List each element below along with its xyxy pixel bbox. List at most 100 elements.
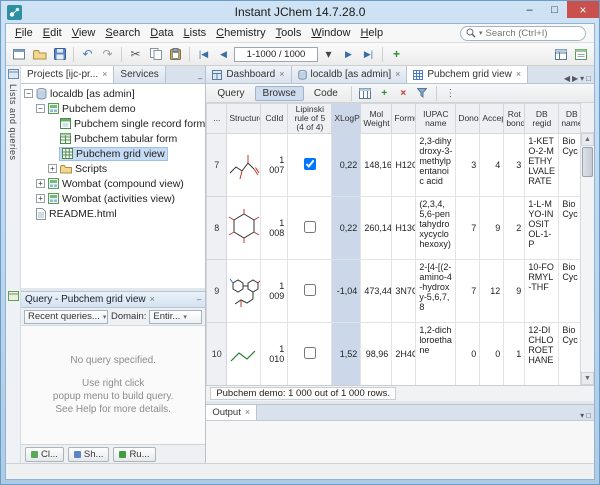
- lipinski-checkbox[interactable]: [304, 158, 316, 170]
- save-all-icon[interactable]: [50, 45, 69, 64]
- cdid-cell[interactable]: 1 009: [261, 260, 288, 323]
- add-record-icon[interactable]: +: [387, 45, 406, 64]
- lipinski-checkbox[interactable]: [304, 284, 316, 296]
- iupac-cell[interactable]: 2,3-dihydroxy-3-methylpentanoic acid: [416, 134, 456, 197]
- menu-chemistry[interactable]: Chemistry: [211, 25, 271, 41]
- tab-scroll-right-icon[interactable]: ▶: [572, 74, 578, 83]
- column-header-donors[interactable]: Donors: [456, 104, 480, 134]
- maximize-button[interactable]: □: [542, 1, 567, 18]
- lists-queries-strip-label[interactable]: Lists and queries: [8, 84, 18, 161]
- menu-view[interactable]: View: [67, 25, 101, 41]
- xlogp-cell[interactable]: 0,22: [332, 134, 361, 197]
- tab-pubchem-grid-view[interactable]: Pubchem grid view ×: [407, 66, 528, 83]
- cdid-cell[interactable]: 1 007: [261, 134, 288, 197]
- open-project-icon[interactable]: [30, 45, 49, 64]
- lipinski-checkbox[interactable]: [304, 347, 316, 359]
- dbregid-cell[interactable]: 1-KETO-2-METHYLVALERATE: [525, 134, 559, 197]
- rownum-cell[interactable]: 10: [207, 323, 227, 386]
- grid-display-icon[interactable]: [551, 45, 570, 64]
- new-form-icon[interactable]: [10, 45, 29, 64]
- output-content[interactable]: [206, 421, 594, 463]
- scroll-down-icon[interactable]: ▼: [581, 372, 594, 385]
- paste-icon[interactable]: [166, 45, 185, 64]
- dbname-cell[interactable]: BioCyc: [559, 260, 580, 323]
- column-header-formula[interactable]: Formul: [392, 104, 416, 134]
- collapse-icon[interactable]: −: [36, 104, 45, 113]
- rotbonds-cell[interactable]: 9: [504, 260, 525, 323]
- dbregid-cell[interactable]: 10-FORMYL-THF: [525, 260, 559, 323]
- lipinski-cell[interactable]: [288, 260, 332, 323]
- undo-icon[interactable]: ↶: [78, 45, 97, 64]
- menu-lists[interactable]: Lists: [179, 25, 212, 41]
- donors-cell[interactable]: 7: [456, 260, 480, 323]
- record-range-caret-icon[interactable]: ▾: [319, 45, 338, 64]
- lipinski-checkbox[interactable]: [304, 221, 316, 233]
- xlogp-cell[interactable]: 0,22: [332, 197, 361, 260]
- expand-icon[interactable]: +: [36, 179, 45, 188]
- tab-close-icon[interactable]: ×: [516, 70, 521, 79]
- tree-item-single-record-form[interactable]: Pubchem single record form: [21, 116, 205, 131]
- record-range-input[interactable]: [234, 47, 318, 62]
- molweight-cell[interactable]: 473,44: [361, 260, 392, 323]
- menu-help[interactable]: Help: [355, 25, 388, 41]
- rownum-cell[interactable]: 8: [207, 197, 227, 260]
- rotbonds-cell[interactable]: 1: [504, 323, 525, 386]
- more-options-icon[interactable]: ⋮: [442, 85, 459, 101]
- tab-list-icon[interactable]: ▾: [580, 74, 584, 83]
- lipinski-cell[interactable]: [288, 197, 332, 260]
- output-maximize-icon[interactable]: □: [586, 411, 591, 420]
- acceptors-cell[interactable]: 0: [480, 323, 504, 386]
- expand-icon[interactable]: +: [48, 164, 57, 173]
- previous-record-icon[interactable]: ◀: [214, 45, 233, 64]
- structure-cell[interactable]: [227, 260, 261, 323]
- tab-scroll-left-icon[interactable]: ◀: [564, 74, 570, 83]
- search-input[interactable]: [486, 28, 572, 39]
- clear-query-button[interactable]: Cl...: [25, 447, 64, 462]
- column-header-xlogp[interactable]: XLogP: [332, 104, 361, 134]
- menu-window[interactable]: Window: [306, 25, 355, 41]
- acceptors-cell[interactable]: 12: [480, 260, 504, 323]
- lipinski-cell[interactable]: [288, 134, 332, 197]
- molweight-cell[interactable]: 148,16: [361, 134, 392, 197]
- column-header-rownum[interactable]: ...: [207, 104, 227, 134]
- form-display-icon[interactable]: [571, 45, 590, 64]
- dbname-cell[interactable]: BioCyc: [559, 134, 580, 197]
- next-record-icon[interactable]: ▶: [339, 45, 358, 64]
- cdid-cell[interactable]: 1 008: [261, 197, 288, 260]
- menu-data[interactable]: Data: [145, 25, 178, 41]
- maximize-window-icon[interactable]: □: [586, 74, 591, 83]
- query-panel-close-icon[interactable]: ×: [150, 295, 155, 304]
- structure-cell[interactable]: [227, 323, 261, 386]
- molweight-cell[interactable]: 98,96: [361, 323, 392, 386]
- rownum-cell[interactable]: 7: [207, 134, 227, 197]
- acceptors-cell[interactable]: 4: [480, 134, 504, 197]
- last-record-icon[interactable]: ▶|: [359, 45, 378, 64]
- lipinski-cell[interactable]: [288, 323, 332, 386]
- structure-cell[interactable]: [227, 197, 261, 260]
- scroll-up-icon[interactable]: ▲: [581, 133, 594, 146]
- tab-close-icon[interactable]: ×: [245, 408, 250, 417]
- column-header-dbname[interactable]: DB name: [559, 104, 580, 134]
- donors-cell[interactable]: 7: [456, 197, 480, 260]
- iupac-cell[interactable]: 2-[4-[(2-amino-4-hydroxy-5,6,7,8: [416, 260, 456, 323]
- code-mode-button[interactable]: Code: [306, 86, 346, 101]
- formula-cell[interactable]: 2H4Cl2: [392, 323, 416, 386]
- tree-item-wombat-activities[interactable]: + Wombat (activities view): [21, 191, 205, 206]
- tree-item-scripts[interactable]: + Scripts: [21, 161, 205, 176]
- column-header-acceptors[interactable]: Accept: [480, 104, 504, 134]
- explorer-minimize-icon[interactable]: –: [198, 74, 202, 83]
- rotbonds-cell[interactable]: 2: [504, 197, 525, 260]
- tab-localdb[interactable]: localdb [as admin] ×: [292, 66, 408, 83]
- tree-item-grid-view[interactable]: Pubchem grid view: [21, 146, 205, 161]
- minimized-query-icon[interactable]: [8, 291, 19, 301]
- lists-queries-icon[interactable]: [8, 69, 19, 79]
- first-record-icon[interactable]: |◀: [194, 45, 213, 64]
- dbregid-cell[interactable]: 12-DICHLOROETHANE: [525, 323, 559, 386]
- xlogp-cell[interactable]: 1,52: [332, 323, 361, 386]
- titlebar[interactable]: Instant JChem 14.7.28.0 – □ ×: [1, 1, 599, 23]
- tree-item-wombat-compound[interactable]: + Wombat (compound view): [21, 176, 205, 191]
- cut-icon[interactable]: ✂: [126, 45, 145, 64]
- column-header-lipinski[interactable]: Lipinski rule of 5 (4 of 4): [288, 104, 332, 134]
- redo-icon[interactable]: ↷: [98, 45, 117, 64]
- formula-cell[interactable]: H12O4: [392, 134, 416, 197]
